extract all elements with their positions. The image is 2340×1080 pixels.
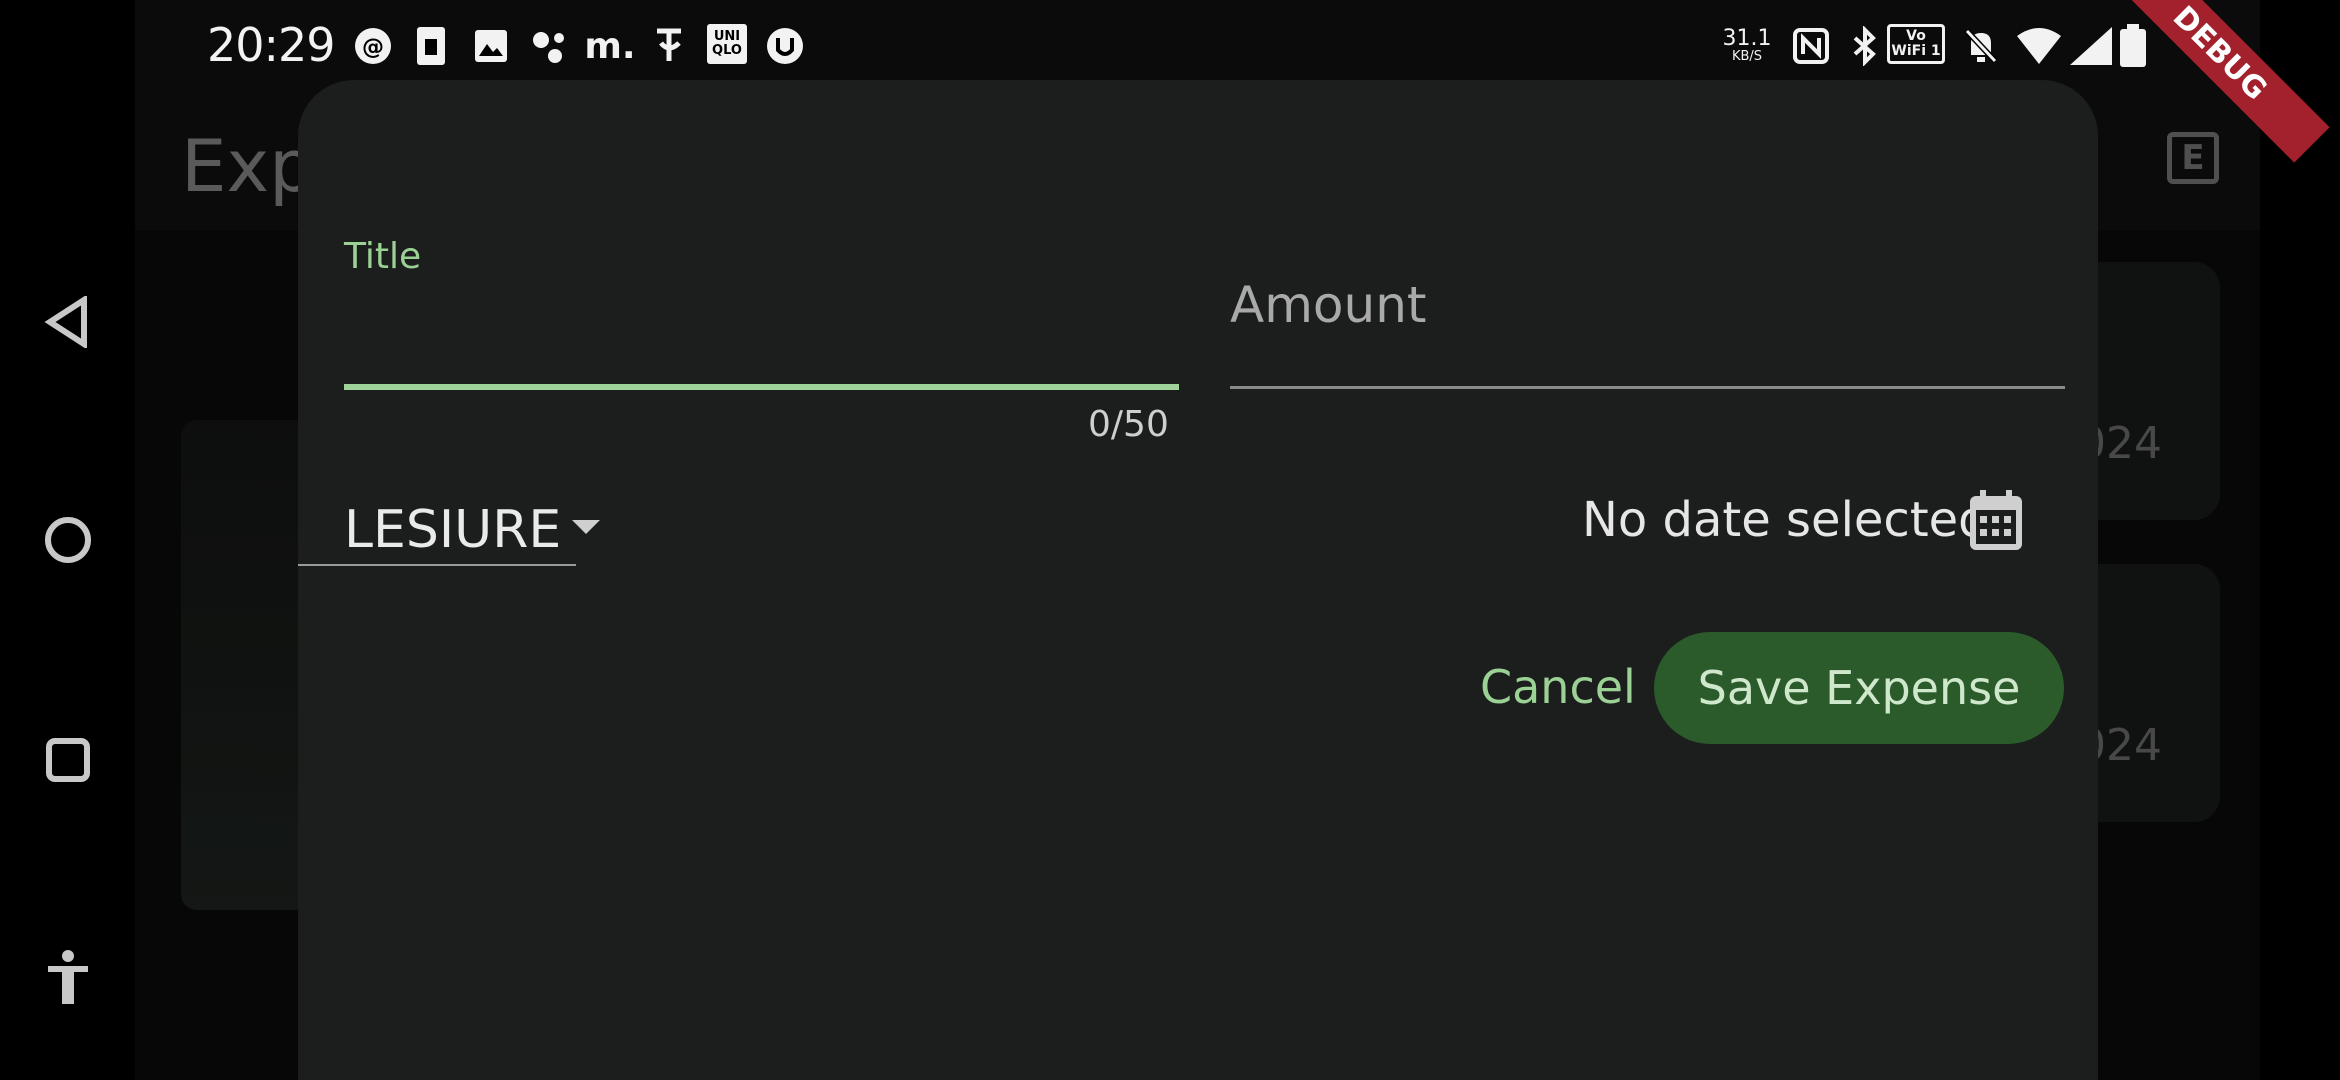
net-speed-unit: KB/S <box>1731 49 1763 64</box>
dropdown-arrow-icon <box>572 520 600 534</box>
m-app-icon: m. <box>584 25 636 67</box>
back-icon[interactable] <box>36 290 100 354</box>
uniqlo-icon: UNI QLO <box>707 24 747 64</box>
category-selected: LESIURE <box>344 500 562 560</box>
cancel-button[interactable]: Cancel <box>1480 660 1636 714</box>
title-input[interactable] <box>344 280 1179 380</box>
battery-icon <box>2115 24 2151 68</box>
category-dropdown[interactable]: LESIURE <box>344 488 619 568</box>
sim-card-icon <box>411 24 451 68</box>
threads-icon: @ <box>353 24 393 68</box>
date-text: No date selected <box>1582 492 1989 548</box>
save-expense-button[interactable]: Save Expense <box>1654 632 2064 744</box>
notification-app-icon <box>765 24 805 68</box>
svg-text:@: @ <box>362 35 384 60</box>
wifi-icon <box>2015 24 2063 68</box>
signal-icon <box>2067 24 2115 68</box>
calendar-icon[interactable] <box>1968 490 2024 552</box>
accessibility-icon[interactable] <box>36 946 100 1010</box>
navigation-bar <box>0 0 135 1080</box>
mute-icon <box>1961 24 2001 68</box>
phonepe-icon <box>651 24 687 68</box>
title-field-label: Title <box>344 236 422 277</box>
net-speed-value: 31.1 <box>1722 26 1772 51</box>
net-speed-indicator: 31.1 KB/S <box>1717 24 1777 68</box>
image-icon <box>471 24 511 68</box>
home-icon[interactable] <box>36 508 100 572</box>
category-dropdown-underline <box>298 564 576 566</box>
title-character-counter: 0/50 <box>1088 404 1169 445</box>
assistant-icon <box>529 24 569 68</box>
amount-input-underline <box>1230 386 2065 389</box>
bluetooth-icon <box>1847 24 1883 68</box>
nfc-icon <box>1791 24 1831 68</box>
recents-icon[interactable] <box>36 728 100 792</box>
amount-input[interactable]: Amount <box>1230 250 2065 386</box>
status-bar: 20:29 @ m. UNI QLO 31.1 KB/S Vo WiFi 1 <box>135 0 2260 90</box>
status-time: 20:29 <box>207 18 336 72</box>
vowifi-icon: Vo WiFi 1 <box>1887 24 1945 64</box>
amount-placeholder: Amount <box>1230 276 1427 334</box>
title-input-underline <box>344 384 1179 390</box>
add-expense-sheet: Title 0/50 Amount LESIURE No date select… <box>298 80 2098 1080</box>
